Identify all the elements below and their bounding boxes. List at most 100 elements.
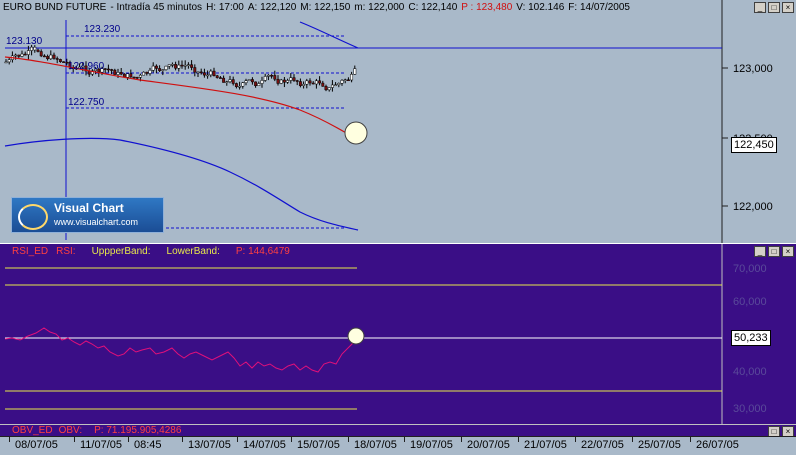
minimize-icon[interactable]: _ — [754, 2, 766, 13]
candle — [119, 72, 123, 75]
candle — [295, 80, 299, 82]
candle — [26, 50, 30, 55]
candle — [292, 77, 296, 81]
minimize-icon[interactable]: _ — [754, 246, 766, 257]
candle — [42, 55, 46, 58]
close-icon[interactable]: × — [782, 246, 794, 257]
lower-band-label: LowerBand: — [166, 246, 220, 257]
candle — [350, 74, 354, 81]
candle — [39, 51, 43, 57]
candle — [145, 71, 149, 74]
high-time: H: 17:00 — [206, 2, 244, 13]
visual-chart-logo: Visual Chart www.visualchart.com — [11, 197, 164, 233]
candle — [132, 76, 136, 79]
candle — [340, 80, 344, 84]
candle — [241, 82, 245, 87]
candle — [177, 64, 181, 69]
candle — [334, 84, 338, 87]
candlestick-series — [4, 44, 357, 92]
date-label: 08:45 — [134, 439, 162, 451]
date-label: 15/07/05 — [297, 439, 340, 451]
candle — [263, 76, 267, 81]
candle — [266, 75, 270, 77]
candle — [52, 54, 56, 59]
candle — [151, 65, 155, 71]
candle — [260, 80, 264, 84]
price-window-buttons: _ □ × — [754, 2, 794, 13]
candle — [138, 74, 142, 78]
candle — [190, 64, 194, 68]
candle — [270, 75, 274, 77]
maximize-icon[interactable]: □ — [768, 2, 780, 13]
candle — [302, 83, 306, 86]
highlight-circle — [344, 121, 368, 145]
volume-value: V: 102.146 — [516, 2, 565, 13]
candle — [106, 68, 110, 71]
date-tick — [237, 437, 238, 442]
candle — [308, 80, 312, 84]
rsi-chart[interactable]: 70,000 60,000 40,000 30,000 — [0, 244, 796, 425]
rsi-pane[interactable]: 70,000 60,000 40,000 30,000 RSI_ED RSI: Up… — [0, 243, 796, 425]
date-tick — [690, 437, 691, 442]
rsi-tick-label: 70,000 — [733, 263, 767, 275]
candle — [186, 64, 190, 66]
date-label: 14/07/05 — [243, 439, 286, 451]
candle — [289, 77, 293, 81]
candle — [62, 61, 66, 63]
date-label: 22/07/05 — [581, 439, 624, 451]
logo-icon — [18, 204, 48, 230]
candle — [244, 80, 248, 83]
price-tick-label: 122,000 — [733, 201, 773, 213]
candle — [231, 79, 235, 84]
candle — [14, 54, 18, 57]
candle — [343, 79, 347, 81]
rsi-tick-label: 40,000 — [733, 366, 767, 378]
rsi-tick-label: 60,000 — [733, 296, 767, 308]
candle — [327, 87, 331, 91]
candle — [167, 64, 171, 67]
candle — [129, 73, 133, 78]
candle — [110, 69, 114, 71]
date-label: 19/07/05 — [410, 439, 453, 451]
date-tick — [128, 437, 129, 442]
date-tick — [404, 437, 405, 442]
candle — [273, 75, 277, 80]
rsi-header: RSI_ED RSI: UppperBand: LowerBand: P: 144,64… — [12, 246, 298, 257]
candle — [321, 82, 325, 87]
level-label: 123.130 — [6, 36, 43, 47]
candle — [282, 79, 286, 83]
candle — [183, 64, 187, 67]
candle — [55, 58, 59, 60]
candle — [305, 80, 309, 85]
candle — [164, 65, 168, 70]
candle — [202, 72, 206, 76]
date-tick — [9, 437, 10, 442]
candle — [116, 72, 120, 75]
candle — [324, 86, 328, 91]
candle — [212, 70, 216, 77]
candle — [193, 67, 197, 73]
rsi-name: RSI_ED — [12, 246, 49, 257]
candle — [311, 82, 315, 85]
date-tick — [348, 437, 349, 442]
moving-average-line — [4, 56, 359, 141]
rsi-line — [4, 327, 358, 373]
date-tick — [182, 437, 183, 442]
candle — [148, 69, 152, 74]
timeframe: - Intradía 45 minutos — [110, 2, 203, 13]
maximize-icon[interactable]: □ — [768, 246, 780, 257]
candle — [276, 78, 280, 84]
candle — [225, 81, 229, 83]
candle — [4, 61, 8, 64]
level-label: 122.750 — [68, 97, 105, 108]
last-price-marker: 122,450 — [731, 137, 777, 153]
date-label: 18/07/05 — [354, 439, 397, 451]
candle — [103, 68, 107, 70]
rsi-p-value: P: 144,6479 — [235, 246, 290, 257]
close-icon[interactable]: × — [782, 2, 794, 13]
date-tick — [461, 437, 462, 442]
price-chart-pane[interactable]: 123,000 122,500 122,000 123.230 123.130 … — [0, 0, 796, 243]
candle — [206, 74, 210, 77]
rsi-window-buttons: _ □ × — [754, 246, 794, 257]
candle — [209, 70, 213, 76]
